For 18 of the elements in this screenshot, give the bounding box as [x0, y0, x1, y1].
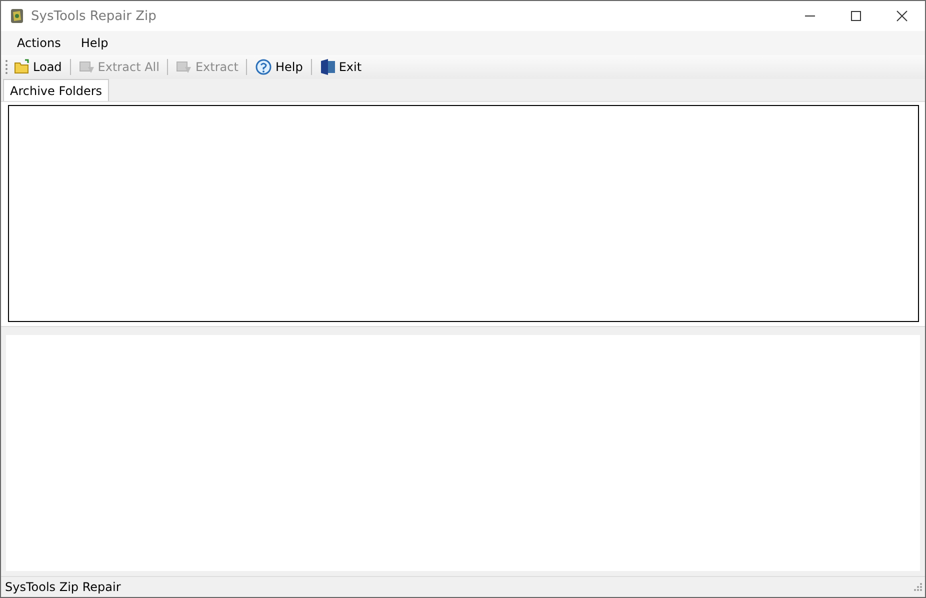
maximize-icon	[850, 10, 862, 22]
help-icon	[255, 58, 272, 76]
grip-icon	[5, 58, 8, 76]
folder-icon	[14, 59, 30, 75]
app-icon	[10, 8, 24, 24]
tab[interactable]: Archive Folders	[3, 79, 110, 101]
menu-item[interactable]: Help	[70, 34, 118, 52]
extract-icon	[78, 59, 95, 75]
door-icon	[320, 59, 336, 75]
close-icon	[896, 10, 908, 22]
resize-grip-icon	[913, 582, 923, 592]
status-text: SysTools Zip Repair	[5, 580, 121, 594]
extract-icon	[176, 59, 192, 75]
menu-item[interactable]: Actions	[7, 34, 71, 52]
toolbar-button[interactable]: Load	[11, 58, 65, 76]
window-title: SysTools Repair Zip	[31, 8, 156, 24]
toolbar-button[interactable]: Help	[252, 58, 306, 76]
toolbar-button[interactable]: Exit	[316, 58, 365, 76]
